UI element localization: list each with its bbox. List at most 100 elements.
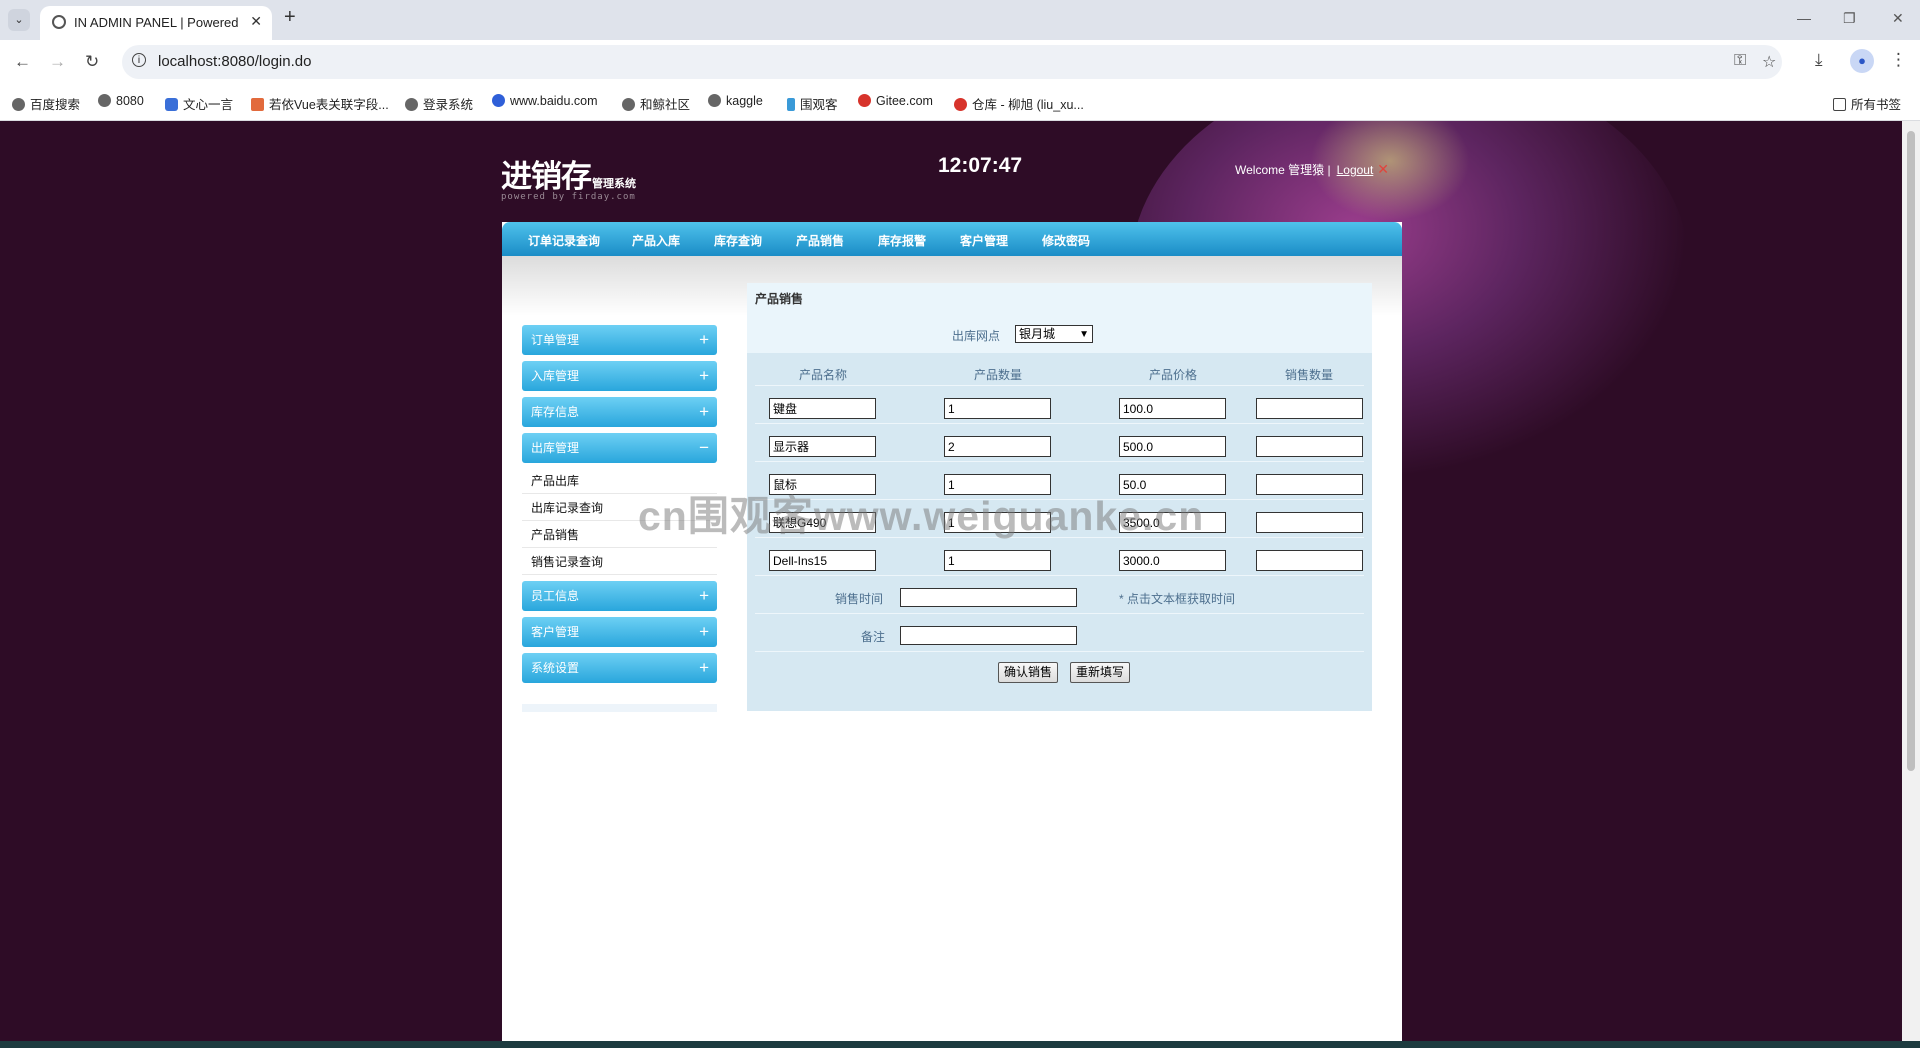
forward-icon[interactable]: → (49, 52, 66, 72)
row1-name-input[interactable]: 键盘 (769, 398, 876, 419)
bookmark-item[interactable]: 若依Vue表关联字段... (251, 94, 389, 113)
sidebar-item-sales-records[interactable]: 销售记录查询 (522, 549, 717, 575)
top-menu: 订单记录查询 产品入库 库存查询 产品销售 库存报警 客户管理 修改密码 (502, 222, 1402, 256)
row2-name-input[interactable]: 显示器 (769, 436, 876, 457)
row5-name-input[interactable]: Dell-Ins15 (769, 550, 876, 571)
welcome-text: Welcome 管理猿 | (1235, 163, 1331, 177)
bookmark-item[interactable]: 8080 (98, 94, 144, 108)
row2-qty-input[interactable]: 2 (944, 436, 1051, 457)
globe-icon (52, 15, 66, 29)
menu-order-records[interactable]: 订单记录查询 (528, 232, 600, 249)
row1-sale-qty-input[interactable] (1256, 398, 1363, 419)
sidebar-group-orders[interactable]: 订单管理 + (522, 325, 717, 355)
folder-icon (1833, 98, 1846, 111)
download-icon[interactable]: ⤓ (1815, 50, 1823, 70)
sidebar-group-stock[interactable]: 库存信息 + (522, 397, 717, 427)
row-divider (755, 613, 1364, 614)
bookmark-item[interactable]: 仓库 - 柳旭 (liu_xu... (954, 94, 1084, 113)
bookmark-item[interactable]: 围观客 (787, 94, 838, 113)
row-divider (755, 461, 1364, 462)
confirm-sale-button[interactable]: 确认销售 (998, 662, 1059, 683)
row2-sale-qty-input[interactable] (1256, 436, 1363, 457)
globe-icon (405, 98, 418, 111)
gitee-icon (954, 98, 967, 111)
bookmark-item[interactable]: 百度搜索 (12, 94, 80, 113)
menu-customer-mgmt[interactable]: 客户管理 (960, 232, 1008, 249)
row3-sale-qty-input[interactable] (1256, 474, 1363, 495)
col-header-name: 产品名称 (799, 368, 848, 382)
browser-tab[interactable]: IN ADMIN PANEL | Powered ✕ (40, 6, 272, 40)
site-info-icon[interactable]: i (132, 53, 146, 67)
bookmark-star-icon[interactable]: ☆ (1762, 52, 1776, 72)
sidebar-group-settings[interactable]: 系统设置 + (522, 653, 717, 683)
col-header-price: 产品价格 (1149, 368, 1198, 382)
chevron-down-icon: ▼ (1079, 329, 1089, 340)
tab-title: IN ADMIN PANEL | Powered (74, 15, 239, 30)
reload-icon[interactable]: ↻ (85, 52, 99, 72)
welcome-area: Welcome 管理猿 | Logout ✕ (1235, 161, 1389, 178)
tab-list-icon[interactable]: ⌄ (8, 9, 30, 31)
logo-main: 进销存 (501, 159, 592, 195)
sale-time-input[interactable] (900, 588, 1077, 607)
sidebar-group-outbound[interactable]: 出库管理 − (522, 433, 717, 463)
row2-price-input[interactable]: 500.0 (1119, 436, 1226, 457)
row5-sale-qty-input[interactable] (1256, 550, 1363, 571)
watermark: cn围观客www.weiguanke.cn (638, 493, 1205, 539)
plus-icon: + (699, 366, 709, 385)
profile-avatar-icon[interactable]: ● (1850, 49, 1874, 73)
password-key-icon[interactable]: ⚿ (1734, 52, 1746, 70)
plus-icon: + (699, 330, 709, 349)
globe-icon (708, 94, 721, 107)
logout-x-icon[interactable]: ✕ (1377, 161, 1389, 177)
menu-stock-query[interactable]: 库存查询 (714, 232, 762, 249)
scrollbar-thumb[interactable] (1907, 131, 1915, 771)
row1-price-input[interactable]: 100.0 (1119, 398, 1226, 419)
row5-price-input[interactable]: 3000.0 (1119, 550, 1226, 571)
row-divider (755, 423, 1364, 424)
app-logo: 进销存管理系统 powered by firday.com (501, 151, 636, 202)
close-tab-icon[interactable]: ✕ (250, 13, 262, 30)
menu-kebab-icon[interactable]: ⋮ (1890, 50, 1907, 70)
all-bookmarks[interactable]: 所有书签 (1833, 94, 1901, 113)
menu-product-sales[interactable]: 产品销售 (796, 232, 844, 249)
bookmark-item[interactable]: 登录系统 (405, 94, 473, 113)
row4-sale-qty-input[interactable] (1256, 512, 1363, 533)
menu-change-password[interactable]: 修改密码 (1042, 232, 1090, 249)
bookmark-item[interactable]: 和鲸社区 (622, 94, 690, 113)
note-input[interactable] (900, 626, 1077, 645)
reset-button[interactable]: 重新填写 (1070, 662, 1131, 683)
logo-powered: powered by firday.com (501, 192, 636, 202)
row1-qty-input[interactable]: 1 (944, 398, 1051, 419)
back-icon[interactable]: ← (14, 52, 31, 72)
page-background: 进销存管理系统 powered by firday.com 12:07:47 W… (0, 121, 1920, 1041)
browser-tabstrip: ⌄ IN ADMIN PANEL | Powered ✕ + — ❐ ✕ (0, 0, 1920, 40)
sidebar-group-customers[interactable]: 客户管理 + (522, 617, 717, 647)
address-bar[interactable]: i localhost:8080/login.do ⚿ ☆ (122, 45, 1782, 79)
minimize-icon[interactable]: — (1797, 10, 1811, 26)
gitee-icon (858, 94, 871, 107)
wenxin-icon (165, 98, 178, 111)
bookmark-item[interactable]: kaggle (708, 94, 763, 108)
warehouse-label: 出库网点 (952, 329, 1001, 343)
menu-product-inbound[interactable]: 产品入库 (632, 232, 680, 249)
bookmark-item[interactable]: 文心一言 (165, 94, 233, 113)
sidebar-group-staff[interactable]: 员工信息 + (522, 581, 717, 611)
ruoyi-icon (251, 98, 264, 111)
menu-stock-alert[interactable]: 库存报警 (878, 232, 926, 249)
note-label: 备注 (861, 630, 886, 644)
restore-icon[interactable]: ❐ (1843, 10, 1856, 27)
new-tab-icon[interactable]: + (284, 6, 296, 29)
main-panel: 订单记录查询 产品入库 库存查询 产品销售 库存报警 客户管理 修改密码 订单管… (502, 222, 1402, 1041)
os-taskbar (0, 1041, 1920, 1048)
bookmark-item[interactable]: Gitee.com (858, 94, 933, 108)
sidebar-group-inbound[interactable]: 入库管理 + (522, 361, 717, 391)
warehouse-select[interactable]: 银月城 ▼ (1015, 325, 1093, 343)
row-divider (755, 385, 1364, 386)
logout-link[interactable]: Logout (1337, 163, 1374, 177)
window-close-icon[interactable]: ✕ (1892, 10, 1904, 27)
page-scrollbar[interactable] (1902, 121, 1920, 1041)
globe-icon (12, 98, 25, 111)
row5-qty-input[interactable]: 1 (944, 550, 1051, 571)
bookmark-item[interactable]: www.baidu.com (492, 94, 598, 108)
plus-icon: + (699, 402, 709, 421)
